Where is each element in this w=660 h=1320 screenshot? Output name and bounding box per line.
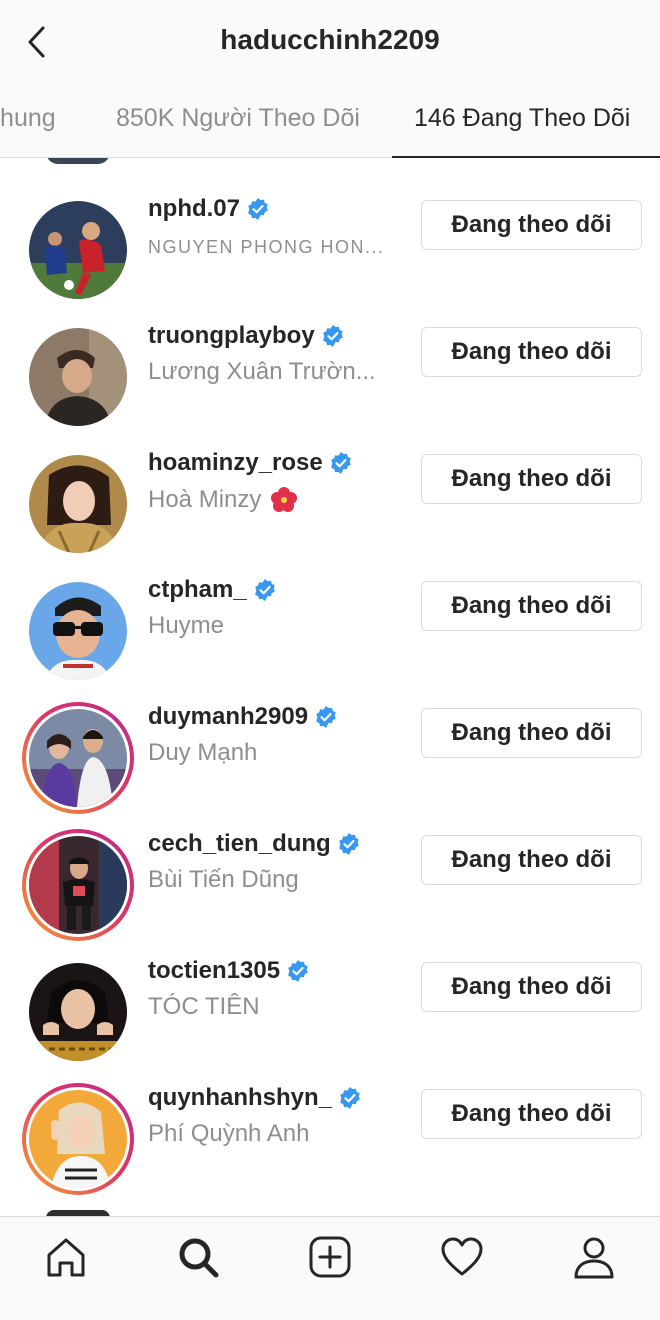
verified-badge-icon: [338, 833, 359, 855]
account-username[interactable]: truongplayboy: [148, 322, 315, 350]
activity-heart-icon: [441, 1237, 483, 1276]
avatar-photo: [29, 1090, 127, 1188]
tab-mutual[interactable]: Chung: [0, 104, 56, 133]
following-button[interactable]: Đang theo dõi: [421, 1089, 642, 1139]
avatar[interactable]: [22, 575, 134, 687]
avatar[interactable]: [22, 829, 134, 941]
nav-profile[interactable]: [568, 1231, 620, 1283]
following-button[interactable]: Đang theo dõi: [421, 708, 642, 758]
verified-badge-icon: [330, 452, 351, 474]
account-full-name: Bùi Tiến Dũng: [148, 866, 299, 893]
avatar[interactable]: [22, 194, 134, 306]
account-full-name: TÓC TIÊN: [148, 993, 260, 1020]
profile-username-title: haducchinh2209: [220, 24, 440, 55]
tab-following[interactable]: 146 Đang Theo Dõi: [414, 104, 630, 133]
home-icon: [47, 1238, 85, 1277]
verified-badge-icon: [248, 198, 268, 220]
verified-badge-icon: [316, 706, 336, 728]
account-username[interactable]: hoaminzy_rose: [148, 449, 323, 477]
avatar-photo: [29, 963, 127, 1061]
list-item[interactable]: quynhanhshyn_ Phí Quỳnh Anh Đang theo dõ…: [0, 1066, 660, 1195]
nav-search[interactable]: [172, 1231, 224, 1283]
verified-badge-icon: [288, 960, 308, 982]
verified-badge-icon: [340, 1087, 360, 1109]
new-post-icon: [309, 1236, 351, 1278]
list-item[interactable]: truongplayboy Lương Xuân Trườn... Đang t…: [0, 304, 660, 431]
avatar-photo: [29, 709, 127, 807]
hibiscus-icon: [271, 487, 298, 512]
account-username[interactable]: ctpham_: [148, 576, 247, 604]
avatar-photo: [29, 455, 127, 553]
list-item[interactable]: nphd.07 NGUYEN PHONG HON... Đang theo dõ…: [0, 177, 660, 304]
account-full-name: Phí Quỳnh Anh: [148, 1120, 310, 1147]
account-full-name-line: Hoà Minzy: [148, 485, 299, 515]
follow-tabs: Chung 850K Người Theo Dõi 146 Đang Theo …: [0, 82, 660, 158]
avatar[interactable]: [22, 448, 134, 560]
verified-badge-icon: [322, 325, 343, 347]
list-item[interactable]: ctpham_ Huyme Đang theo dõi: [0, 558, 660, 685]
list-item[interactable]: cech_tien_dung Bùi Tiến Dũng Đang theo d…: [0, 812, 660, 941]
top-header: haducchinh2209: [0, 0, 660, 82]
account-full-name: NGUYEN PHONG HON...: [148, 237, 385, 257]
partial-avatar: [46, 158, 110, 164]
bottom-nav-bar: [0, 1216, 660, 1320]
profile-icon: [574, 1237, 614, 1279]
account-full-name: Huyme: [148, 612, 225, 639]
avatar[interactable]: [22, 956, 134, 1068]
avatar[interactable]: [22, 1083, 134, 1195]
account-full-name: Hoà Minzy: [148, 486, 262, 513]
search-icon: [179, 1238, 219, 1278]
avatar-photo: [29, 201, 127, 299]
following-button[interactable]: Đang theo dõi: [421, 835, 642, 885]
list-item[interactable]: hoaminzy_rose Hoà Minzy Đang theo dõi: [0, 431, 660, 558]
account-username[interactable]: nphd.07: [148, 195, 240, 223]
following-button[interactable]: Đang theo dõi: [421, 327, 642, 377]
following-button[interactable]: Đang theo dõi: [421, 581, 642, 631]
avatar[interactable]: [22, 702, 134, 814]
avatar-photo: [29, 328, 127, 426]
account-username[interactable]: duymanh2909: [148, 703, 308, 731]
avatar[interactable]: [22, 321, 134, 433]
nav-activity[interactable]: [436, 1231, 488, 1283]
account-username[interactable]: toctien1305: [148, 957, 280, 985]
verified-badge-icon: [254, 579, 275, 601]
following-button[interactable]: Đang theo dõi: [421, 200, 642, 250]
list-item[interactable]: toctien1305 TÓC TIÊN Đang theo dõi: [0, 939, 660, 1066]
account-full-name: Duy Mạnh: [148, 739, 258, 766]
following-button[interactable]: Đang theo dõi: [421, 454, 642, 504]
list-item[interactable]: duymanh2909 Duy Mạnh Đang theo dõi: [0, 685, 660, 814]
nav-home[interactable]: [40, 1231, 92, 1283]
nav-new-post[interactable]: [304, 1231, 356, 1283]
following-list[interactable]: nphd.07 NGUYEN PHONG HON... Đang theo dõ…: [0, 158, 660, 1216]
avatar-photo: [29, 836, 127, 934]
account-username[interactable]: quynhanhshyn_: [148, 1084, 332, 1112]
following-button[interactable]: Đang theo dõi: [421, 962, 642, 1012]
avatar-photo: [29, 582, 127, 680]
account-username[interactable]: cech_tien_dung: [148, 830, 331, 858]
account-full-name: Lương Xuân Trườn...: [148, 358, 376, 385]
tab-followers[interactable]: 850K Người Theo Dõi: [116, 104, 360, 133]
